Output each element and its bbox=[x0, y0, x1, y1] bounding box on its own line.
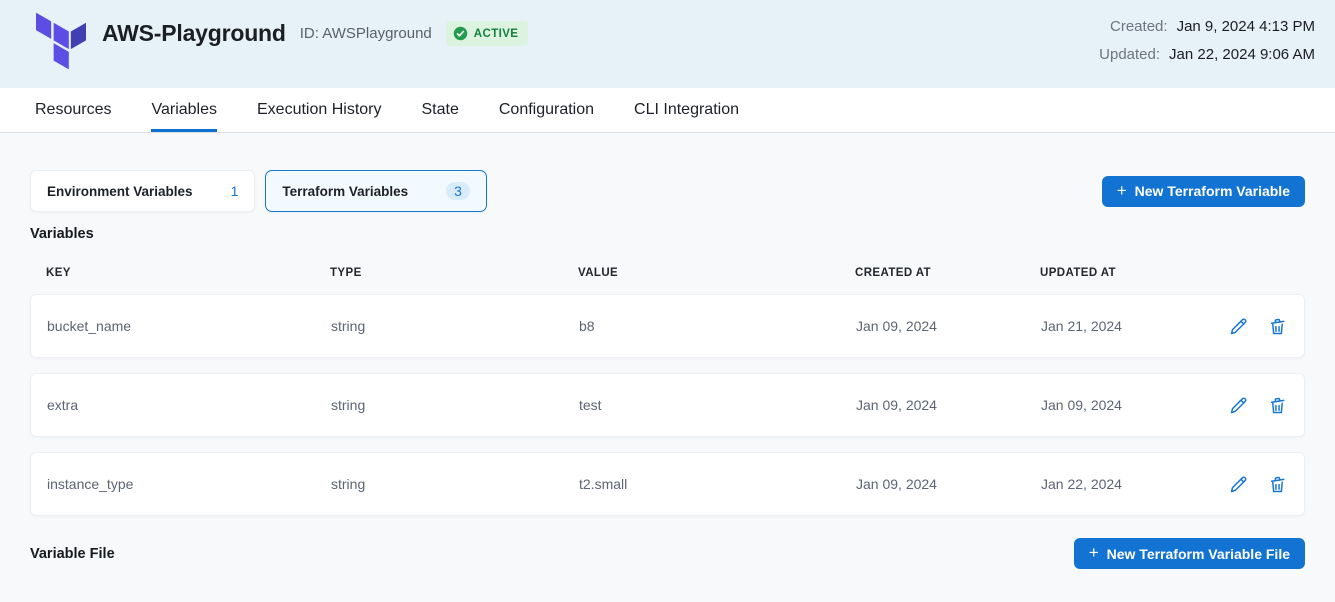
variable-updated-at: Jan 22, 2024 bbox=[1041, 476, 1226, 492]
terraform-variables-count: 3 bbox=[446, 182, 470, 200]
tab-variables[interactable]: Variables bbox=[151, 88, 217, 132]
environment-variables-toggle[interactable]: Environment Variables 1 bbox=[30, 170, 255, 212]
environment-variables-count: 1 bbox=[231, 183, 239, 199]
pencil-icon bbox=[1228, 395, 1249, 416]
new-terraform-variable-button[interactable]: + New Terraform Variable bbox=[1102, 176, 1305, 207]
edit-variable-button[interactable] bbox=[1227, 473, 1249, 495]
variable-key: instance_type bbox=[47, 476, 331, 492]
environment-variables-label: Environment Variables bbox=[47, 184, 193, 199]
variable-updated-at: Jan 21, 2024 bbox=[1041, 318, 1226, 334]
trash-icon bbox=[1267, 474, 1288, 495]
trash-icon bbox=[1267, 395, 1288, 416]
variable-type: string bbox=[331, 397, 579, 413]
tab-cli-integration[interactable]: CLI Integration bbox=[634, 88, 739, 132]
check-circle-icon bbox=[453, 26, 468, 41]
terraform-logo-icon bbox=[36, 12, 86, 70]
tab-state[interactable]: State bbox=[422, 88, 459, 132]
workspace-id: ID: AWSPlayground bbox=[300, 25, 432, 42]
updated-value: Jan 22, 2024 9:06 AM bbox=[1169, 42, 1315, 68]
variable-key: bucket_name bbox=[47, 318, 331, 334]
delete-variable-button[interactable] bbox=[1266, 315, 1288, 337]
created-value: Jan 9, 2024 4:13 PM bbox=[1177, 14, 1315, 40]
tab-configuration[interactable]: Configuration bbox=[499, 88, 594, 132]
terraform-variables-label: Terraform Variables bbox=[282, 184, 408, 199]
terraform-variables-toggle[interactable]: Terraform Variables 3 bbox=[265, 170, 487, 212]
workspace-tabbar: Resources Variables Execution History St… bbox=[0, 88, 1335, 133]
variables-table-header: KEY TYPE VALUE CREATED AT UPDATED AT bbox=[30, 267, 1305, 279]
variable-updated-at: Jan 09, 2024 bbox=[1041, 397, 1226, 413]
pencil-icon bbox=[1228, 316, 1249, 337]
delete-variable-button[interactable] bbox=[1266, 394, 1288, 416]
column-type: TYPE bbox=[330, 267, 578, 279]
plus-icon: + bbox=[1117, 182, 1127, 199]
status-label: ACTIVE bbox=[474, 28, 519, 40]
variables-page: Environment Variables 1 Terraform Variab… bbox=[0, 133, 1335, 569]
workspace-header: AWS-Playground ID: AWSPlayground ACTIVE … bbox=[0, 0, 1335, 88]
delete-variable-button[interactable] bbox=[1266, 473, 1288, 495]
workspace-title: AWS-Playground bbox=[102, 20, 286, 47]
tab-execution-history[interactable]: Execution History bbox=[257, 88, 382, 132]
column-updated-at: UPDATED AT bbox=[1040, 267, 1225, 279]
status-badge: ACTIVE bbox=[446, 21, 529, 46]
column-key: KEY bbox=[46, 267, 330, 279]
pencil-icon bbox=[1228, 474, 1249, 495]
variable-value: t2.small bbox=[579, 476, 856, 492]
plus-icon: + bbox=[1089, 544, 1099, 561]
column-created-at: CREATED AT bbox=[855, 267, 1040, 279]
tab-resources[interactable]: Resources bbox=[35, 88, 111, 132]
updated-label: Updated: bbox=[1099, 42, 1160, 68]
variable-created-at: Jan 09, 2024 bbox=[856, 318, 1041, 334]
created-label: Created: bbox=[1110, 14, 1168, 40]
edit-variable-button[interactable] bbox=[1227, 394, 1249, 416]
variable-type: string bbox=[331, 476, 579, 492]
variable-file-section-title: Variable File bbox=[30, 546, 115, 562]
variable-value: b8 bbox=[579, 318, 856, 334]
variable-type: string bbox=[331, 318, 579, 334]
new-terraform-variable-file-button[interactable]: + New Terraform Variable File bbox=[1074, 538, 1305, 569]
variable-created-at: Jan 09, 2024 bbox=[856, 476, 1041, 492]
variable-key: extra bbox=[47, 397, 331, 413]
table-row: instance_type string t2.small Jan 09, 20… bbox=[30, 452, 1305, 516]
edit-variable-button[interactable] bbox=[1227, 315, 1249, 337]
variable-created-at: Jan 09, 2024 bbox=[856, 397, 1041, 413]
variable-value: test bbox=[579, 397, 856, 413]
column-value: VALUE bbox=[578, 267, 855, 279]
variables-section-title: Variables bbox=[30, 226, 1305, 242]
table-row: bucket_name string b8 Jan 09, 2024 Jan 2… bbox=[30, 294, 1305, 358]
trash-icon bbox=[1267, 316, 1288, 337]
table-row: extra string test Jan 09, 2024 Jan 09, 2… bbox=[30, 373, 1305, 437]
